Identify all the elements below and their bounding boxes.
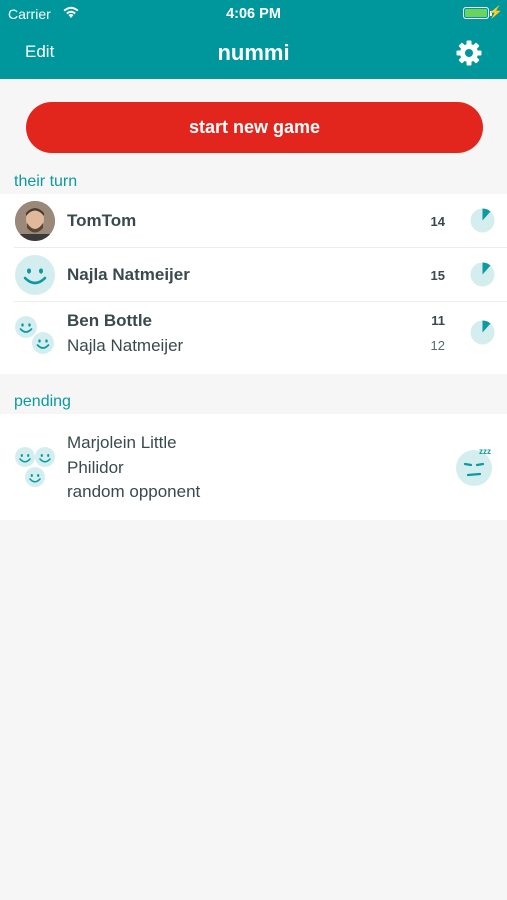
status-bar: Carrier 4:06 PM ⚡ bbox=[0, 0, 507, 28]
game-row-tomtom[interactable]: TomTom 14 bbox=[0, 194, 507, 247]
pending-list: Marjolein Little Philidor random opponen… bbox=[0, 414, 507, 520]
svg-text:zzz: zzz bbox=[479, 447, 491, 456]
nav-bar: Edit nummi bbox=[0, 28, 507, 79]
opponent-score: 12 bbox=[430, 338, 445, 353]
pending-game-row[interactable]: Marjolein Little Philidor random opponen… bbox=[0, 414, 507, 520]
app-title: nummi bbox=[217, 40, 290, 65]
player-name: Najla Natmeijer bbox=[67, 265, 190, 284]
player-name: Ben Bottle bbox=[67, 311, 152, 330]
smiley-icon bbox=[15, 255, 55, 295]
smiley-group-icon bbox=[15, 316, 54, 354]
section-header-their-turn: their turn bbox=[14, 173, 78, 190]
game-row-najla[interactable]: Najla Natmeijer 15 bbox=[0, 248, 507, 301]
section-header-pending: pending bbox=[14, 393, 71, 410]
sleeping-face-icon: zzz bbox=[456, 447, 492, 486]
invitee-name: Philidor bbox=[67, 458, 124, 477]
opponent-name: Najla Natmeijer bbox=[67, 336, 184, 355]
player-score: 15 bbox=[430, 268, 445, 283]
invitee-name: random opponent bbox=[67, 482, 201, 501]
battery-icon bbox=[463, 7, 489, 19]
smiley-group-icon bbox=[15, 447, 55, 487]
timer-icon bbox=[470, 262, 495, 287]
start-new-game-button[interactable]: start new game bbox=[26, 102, 483, 153]
timer-icon bbox=[470, 208, 495, 233]
player-score: 11 bbox=[431, 313, 445, 328]
avatar bbox=[15, 201, 55, 241]
player-name: TomTom bbox=[67, 211, 137, 230]
clock: 4:06 PM bbox=[226, 6, 281, 22]
invitee-name: Marjolein Little bbox=[67, 433, 177, 452]
gear-icon[interactable] bbox=[455, 39, 483, 67]
timer-icon bbox=[470, 320, 495, 345]
game-row-ben-bottle[interactable]: Ben Bottle 11 Najla Natmeijer 12 bbox=[0, 302, 507, 374]
player-score: 14 bbox=[430, 214, 445, 229]
charging-icon: ⚡ bbox=[488, 5, 503, 19]
their-turn-list: TomTom 14 Najla Natmeijer 15 Ben Bottle … bbox=[0, 194, 507, 374]
